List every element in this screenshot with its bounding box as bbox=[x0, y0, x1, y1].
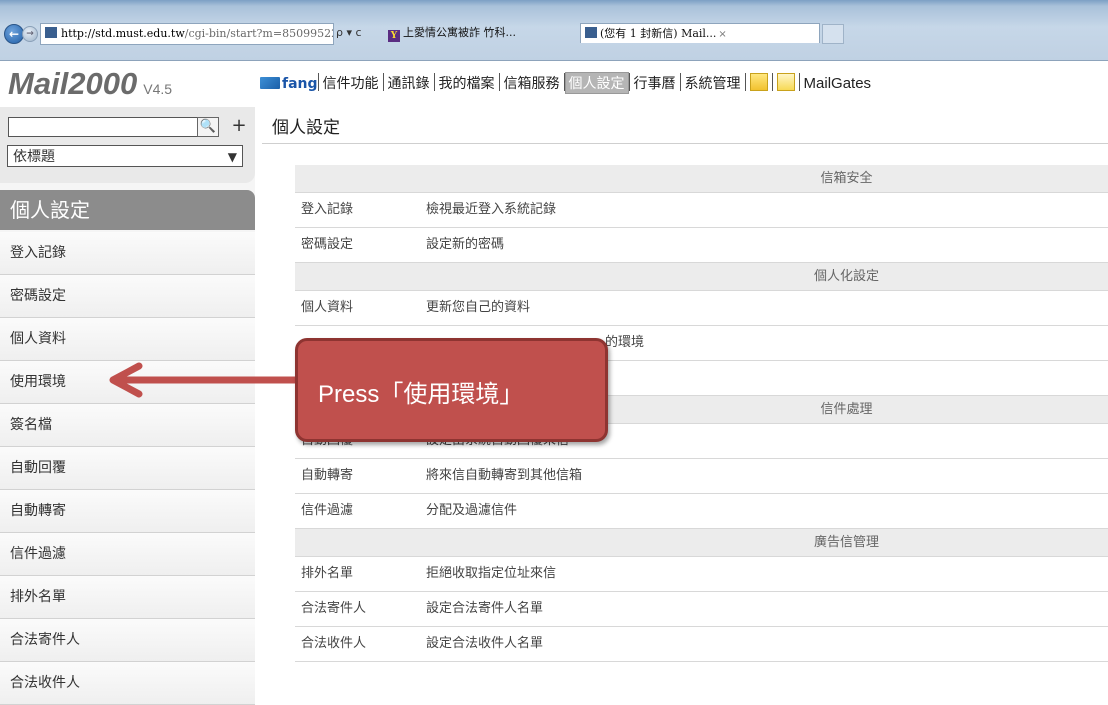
logo-version: V4.5 bbox=[143, 81, 173, 97]
setting-name-link[interactable]: 密碼設定 bbox=[301, 228, 353, 262]
menu-item-system-admin[interactable]: 系統管理 bbox=[681, 73, 745, 93]
annotation-text: Press「使用環境」 bbox=[318, 381, 524, 408]
sidebar-item-allowed-recipients[interactable]: 合法收件人 bbox=[0, 662, 255, 705]
mail-favicon-icon bbox=[585, 27, 597, 38]
setting-desc: 更新您自己的資料 bbox=[426, 300, 531, 315]
tab-label: 上愛情公寓被詐 竹科... bbox=[403, 26, 516, 39]
sidebar-item-password[interactable]: 密碼設定 bbox=[0, 275, 255, 318]
setting-desc: 將來信自動轉寄到其他信箱 bbox=[426, 468, 583, 483]
add-button[interactable]: + bbox=[230, 116, 248, 136]
mail-envelope-icon bbox=[260, 77, 280, 89]
chevron-down-icon: ▼ bbox=[227, 150, 237, 164]
sidebar-item-auto-reply[interactable]: 自動回覆 bbox=[0, 447, 255, 490]
setting-name-link[interactable]: 個人資料 bbox=[301, 291, 353, 325]
address-path: /cgi-bin/start?m=85099522&wrap=1 bbox=[184, 27, 333, 40]
table-row[interactable]: 個人資料 更新您自己的資料 bbox=[295, 291, 1108, 326]
note-icon-button[interactable] bbox=[746, 73, 772, 92]
section-header: 廣告信管理 bbox=[295, 529, 1108, 557]
table-row[interactable]: 登入記錄 檢視最近登入系統記錄 bbox=[295, 193, 1108, 228]
setting-name-link[interactable]: 登入記錄 bbox=[301, 193, 353, 227]
sidebar-list: 登入記錄 密碼設定 個人資料 使用環境 簽名檔 自動回覆 自動轉寄 信件過濾 排… bbox=[0, 232, 255, 705]
page-title: 個人設定 bbox=[272, 118, 340, 138]
setting-name-link[interactable]: 合法收件人 bbox=[301, 627, 366, 661]
forward-button[interactable]: → bbox=[22, 26, 38, 42]
title-divider bbox=[262, 143, 1108, 144]
table-row[interactable]: 信件過濾 分配及過濾信件 bbox=[295, 494, 1108, 529]
setting-name-link[interactable]: 合法寄件人 bbox=[301, 592, 366, 626]
address-host: http://std.must.edu.tw bbox=[61, 27, 185, 40]
sidebar-item-allowed-senders[interactable]: 合法寄件人 bbox=[0, 619, 255, 662]
menu-item-calendar[interactable]: 行事曆 bbox=[630, 73, 680, 93]
address-search-refresh-icons[interactable]: ρ ▾ c bbox=[336, 26, 362, 39]
search-scope-select[interactable]: 依標題 ▼ bbox=[7, 145, 243, 167]
search-scope-value: 依標題 bbox=[13, 149, 55, 165]
sidebar-item-mail-filter[interactable]: 信件過濾 bbox=[0, 533, 255, 576]
setting-desc: 設定合法收件人名單 bbox=[426, 636, 544, 651]
setting-desc: 分配及過濾信件 bbox=[426, 503, 518, 518]
menu-user[interactable]: fang bbox=[282, 76, 318, 92]
annotation-arrow-icon bbox=[109, 362, 301, 398]
tab-close-icon[interactable]: × bbox=[718, 29, 726, 40]
sidebar-item-blocklist[interactable]: 排外名單 bbox=[0, 576, 255, 619]
table-row[interactable]: 自動轉寄 將來信自動轉寄到其他信箱 bbox=[295, 459, 1108, 494]
back-button[interactable]: ← bbox=[4, 24, 24, 44]
section-header-label: 廣告信管理 bbox=[813, 535, 879, 550]
logo-text: Mail2000 bbox=[8, 66, 138, 101]
table-row[interactable]: 密碼設定 設定新的密碼 bbox=[295, 228, 1108, 263]
setting-desc: 設定新的密碼 bbox=[426, 237, 505, 252]
setting-desc: 的環境 bbox=[605, 335, 645, 350]
clipboard-icon bbox=[776, 73, 795, 91]
main-menu: fang 信件功能 通訊錄 我的檔案 信箱服務 個人設定 行事曆 系統管理 MailGates bbox=[260, 72, 875, 94]
sidebar-item-signature[interactable]: 簽名檔 bbox=[0, 404, 255, 447]
setting-name-link[interactable]: 排外名單 bbox=[301, 557, 353, 591]
setting-desc: 設定合法寄件人名單 bbox=[426, 601, 544, 616]
sidebar-item-login-log[interactable]: 登入記錄 bbox=[0, 232, 255, 275]
table-row[interactable]: 排外名單 拒絕收取指定位址來信 bbox=[295, 557, 1108, 592]
browser-tab[interactable]: Y 上愛情公寓被詐 竹科... bbox=[388, 23, 578, 43]
app-logo: Mail2000 V4.5 bbox=[8, 66, 172, 102]
table-row[interactable]: 合法收件人 設定合法收件人名單 bbox=[295, 627, 1108, 662]
section-header-label: 信箱安全 bbox=[820, 171, 873, 186]
search-input[interactable] bbox=[8, 117, 198, 137]
menu-item-contacts[interactable]: 通訊錄 bbox=[384, 73, 434, 93]
sidebar-item-auto-forward[interactable]: 自動轉寄 bbox=[0, 490, 255, 533]
sidebar-heading: 個人設定 bbox=[0, 190, 255, 230]
menu-item-mailgates[interactable]: MailGates bbox=[800, 75, 876, 92]
tab-label: (您有 1 封新信) Mail... bbox=[600, 27, 717, 40]
page-icon bbox=[45, 27, 57, 38]
yahoo-favicon-icon: Y bbox=[388, 30, 400, 42]
plus-icon: + bbox=[231, 115, 247, 136]
section-header-label: 個人化設定 bbox=[813, 269, 879, 284]
table-row[interactable]: 合法寄件人 設定合法寄件人名單 bbox=[295, 592, 1108, 627]
setting-name-link[interactable]: 信件過濾 bbox=[301, 494, 353, 528]
setting-desc: 拒絕收取指定位址來信 bbox=[426, 566, 557, 581]
menu-item-personal-settings[interactable]: 個人設定 bbox=[564, 72, 629, 94]
clipboard-icon-button[interactable] bbox=[773, 73, 799, 92]
section-header: 個人化設定 bbox=[295, 263, 1108, 291]
section-header: 信箱安全 bbox=[295, 165, 1108, 193]
note-icon bbox=[749, 73, 768, 91]
new-tab-button[interactable] bbox=[822, 24, 844, 44]
search-button[interactable]: 🔍 bbox=[197, 117, 219, 137]
search-icon: 🔍 bbox=[199, 119, 217, 134]
menu-item-mail[interactable]: 信件功能 bbox=[319, 73, 383, 93]
address-bar[interactable]: http://std.must.edu.tw/cgi-bin/start?m=8… bbox=[40, 23, 334, 45]
browser-tab-active[interactable]: (您有 1 封新信) Mail... × bbox=[580, 23, 820, 43]
setting-desc: 檢視最近登入系統記錄 bbox=[426, 202, 557, 217]
menu-item-mailbox-service[interactable]: 信箱服務 bbox=[500, 73, 564, 93]
menu-item-files[interactable]: 我的檔案 bbox=[435, 73, 499, 93]
setting-name-link[interactable]: 自動轉寄 bbox=[301, 459, 353, 493]
sidebar-item-profile[interactable]: 個人資料 bbox=[0, 318, 255, 361]
